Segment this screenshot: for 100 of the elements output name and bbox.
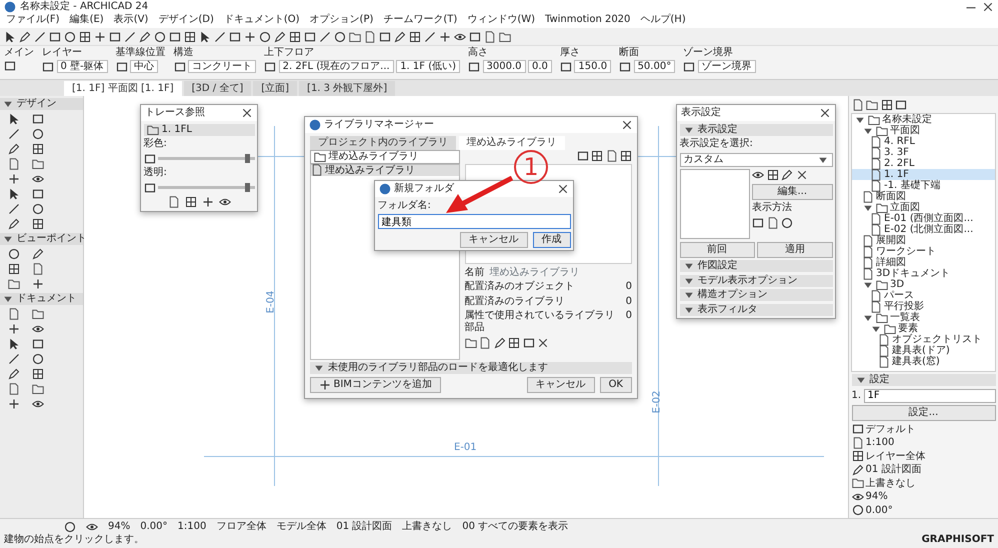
plus-icon[interactable] (202, 196, 214, 208)
section-header[interactable]: ビューポイント (16, 233, 86, 245)
view-tab[interactable]: [1. 3 外観下屋外] (299, 81, 396, 96)
tree-item[interactable]: 建具表(ドア) (892, 345, 950, 356)
rectangle-icon[interactable] (304, 30, 316, 42)
tree-item[interactable]: 2. 2FL (884, 158, 914, 169)
tree-item[interactable]: 立面図 (890, 202, 920, 213)
settings-button[interactable]: 設定... (852, 405, 996, 421)
rectangle-icon[interactable] (32, 113, 44, 125)
rectangle-icon[interactable] (560, 60, 572, 72)
document-icon[interactable] (484, 30, 496, 42)
name-field[interactable]: 1F (864, 388, 996, 402)
property-item[interactable]: 1:100 (866, 437, 894, 448)
eye-icon[interactable] (218, 196, 230, 208)
status-item[interactable]: 1:100 (178, 520, 206, 532)
slider-thumb[interactable] (244, 183, 250, 192)
grid-icon[interactable] (32, 143, 44, 155)
menu-item[interactable]: 表示(V) (114, 14, 148, 28)
dropdown-field[interactable]: 150.0 (574, 60, 612, 73)
eye-icon[interactable] (32, 323, 44, 335)
pencil-icon[interactable] (8, 218, 20, 230)
folder-icon[interactable] (32, 383, 44, 395)
view-tab[interactable]: [1. 1F] 平面図 [1. 1F] (64, 81, 182, 96)
tree-item[interactable]: ワークシート (876, 246, 936, 257)
rectangle-icon[interactable] (169, 30, 181, 42)
document-icon[interactable] (168, 196, 180, 208)
dropdown-field[interactable]: ゾーン境界 (698, 60, 756, 73)
eye-icon[interactable] (752, 169, 764, 181)
pointer-icon[interactable] (8, 113, 20, 125)
tree-item[interactable]: 詳細図 (876, 257, 906, 268)
section-header[interactable]: 設定 (870, 374, 890, 386)
dialog-tab[interactable]: 埋め込みライブラリ (458, 136, 564, 150)
circle-icon[interactable] (32, 203, 44, 215)
grid-icon[interactable] (289, 30, 301, 42)
line-icon[interactable] (124, 30, 136, 42)
menu-item[interactable]: デザイン(D) (158, 14, 214, 28)
tree-item[interactable]: 4. RFL (884, 136, 915, 147)
circle-icon[interactable] (154, 30, 166, 42)
folder-icon[interactable] (464, 336, 477, 348)
line-icon[interactable] (34, 30, 46, 42)
tree-item[interactable]: E-02 (北側立面図... (884, 224, 974, 235)
slider-track[interactable] (158, 186, 254, 189)
folder-icon[interactable] (32, 158, 44, 170)
rectangle-icon[interactable] (264, 60, 276, 72)
rectangle-icon[interactable] (42, 60, 54, 72)
pointer-icon[interactable] (8, 188, 20, 200)
rectangle-icon[interactable] (683, 60, 696, 72)
folder-icon[interactable] (349, 30, 361, 42)
grid-icon[interactable] (32, 368, 44, 380)
rectangle-icon[interactable] (468, 60, 480, 72)
pencil-icon[interactable] (8, 368, 20, 380)
document-icon[interactable] (479, 336, 492, 348)
pencil-icon[interactable] (139, 30, 151, 42)
tree-item[interactable]: 展開図 (876, 235, 906, 246)
tree-item[interactable]: 建具表(窓) (892, 356, 940, 367)
menu-item[interactable]: チームワーク(T) (383, 14, 458, 28)
menu-item[interactable]: ウィンドウ(W) (467, 14, 536, 28)
menu-item[interactable]: ファイル(F) (6, 14, 60, 28)
rectangle-icon[interactable] (522, 336, 535, 348)
palette-button[interactable]: 前回 (680, 242, 755, 258)
close-icon[interactable] (982, 1, 994, 13)
tree-item[interactable]: -1. 基礎下端 (884, 180, 940, 191)
folder-icon[interactable] (866, 98, 878, 110)
slider-thumb[interactable] (244, 154, 250, 163)
plus-icon[interactable] (439, 30, 451, 42)
edit-button[interactable]: 編集... (752, 184, 832, 200)
tree-item[interactable]: 平面図 (890, 125, 920, 136)
menu-item[interactable]: 編集(E) (70, 14, 104, 28)
status-item[interactable]: 94% (108, 520, 130, 532)
status-item[interactable]: 0.00° (140, 520, 168, 532)
rectangle-icon[interactable] (116, 60, 128, 72)
grid-icon[interactable] (8, 263, 20, 275)
property-item[interactable]: デフォルト (866, 424, 916, 434)
circle-icon[interactable] (64, 520, 76, 532)
slider-track[interactable] (158, 157, 254, 160)
eye-icon[interactable] (32, 398, 44, 410)
rectangle-icon[interactable] (619, 60, 632, 72)
grid-icon[interactable] (184, 196, 196, 208)
rectangle-icon[interactable] (32, 188, 44, 200)
document-icon[interactable] (8, 308, 20, 320)
folder-name-field[interactable]: 建具類 (378, 214, 570, 229)
pointer-icon[interactable] (8, 338, 20, 350)
grid-icon[interactable] (591, 150, 603, 162)
dialog-tab[interactable]: プロジェクト内のライブラリ (310, 136, 456, 150)
menu-item[interactable]: オプション(P) (310, 14, 374, 28)
rectangle-icon[interactable] (49, 30, 61, 42)
property-item[interactable]: レイヤー全体 (866, 450, 926, 462)
circle-icon[interactable] (334, 30, 346, 42)
circle-icon[interactable] (8, 248, 20, 260)
status-item[interactable]: モデル全体 (276, 520, 326, 532)
close-icon[interactable] (796, 169, 808, 181)
circle-icon[interactable] (64, 30, 76, 42)
circle-icon[interactable] (32, 353, 44, 365)
dropdown-field[interactable]: 0 壁-躯体 (56, 60, 108, 73)
cancel-button[interactable]: キャンセル (460, 232, 528, 248)
close-icon[interactable] (537, 336, 550, 348)
pencil-icon[interactable] (32, 248, 44, 260)
line-icon[interactable] (214, 30, 226, 42)
property-item[interactable]: 01 設計図面 (866, 464, 922, 475)
status-item[interactable]: 上書きなし (402, 520, 452, 532)
